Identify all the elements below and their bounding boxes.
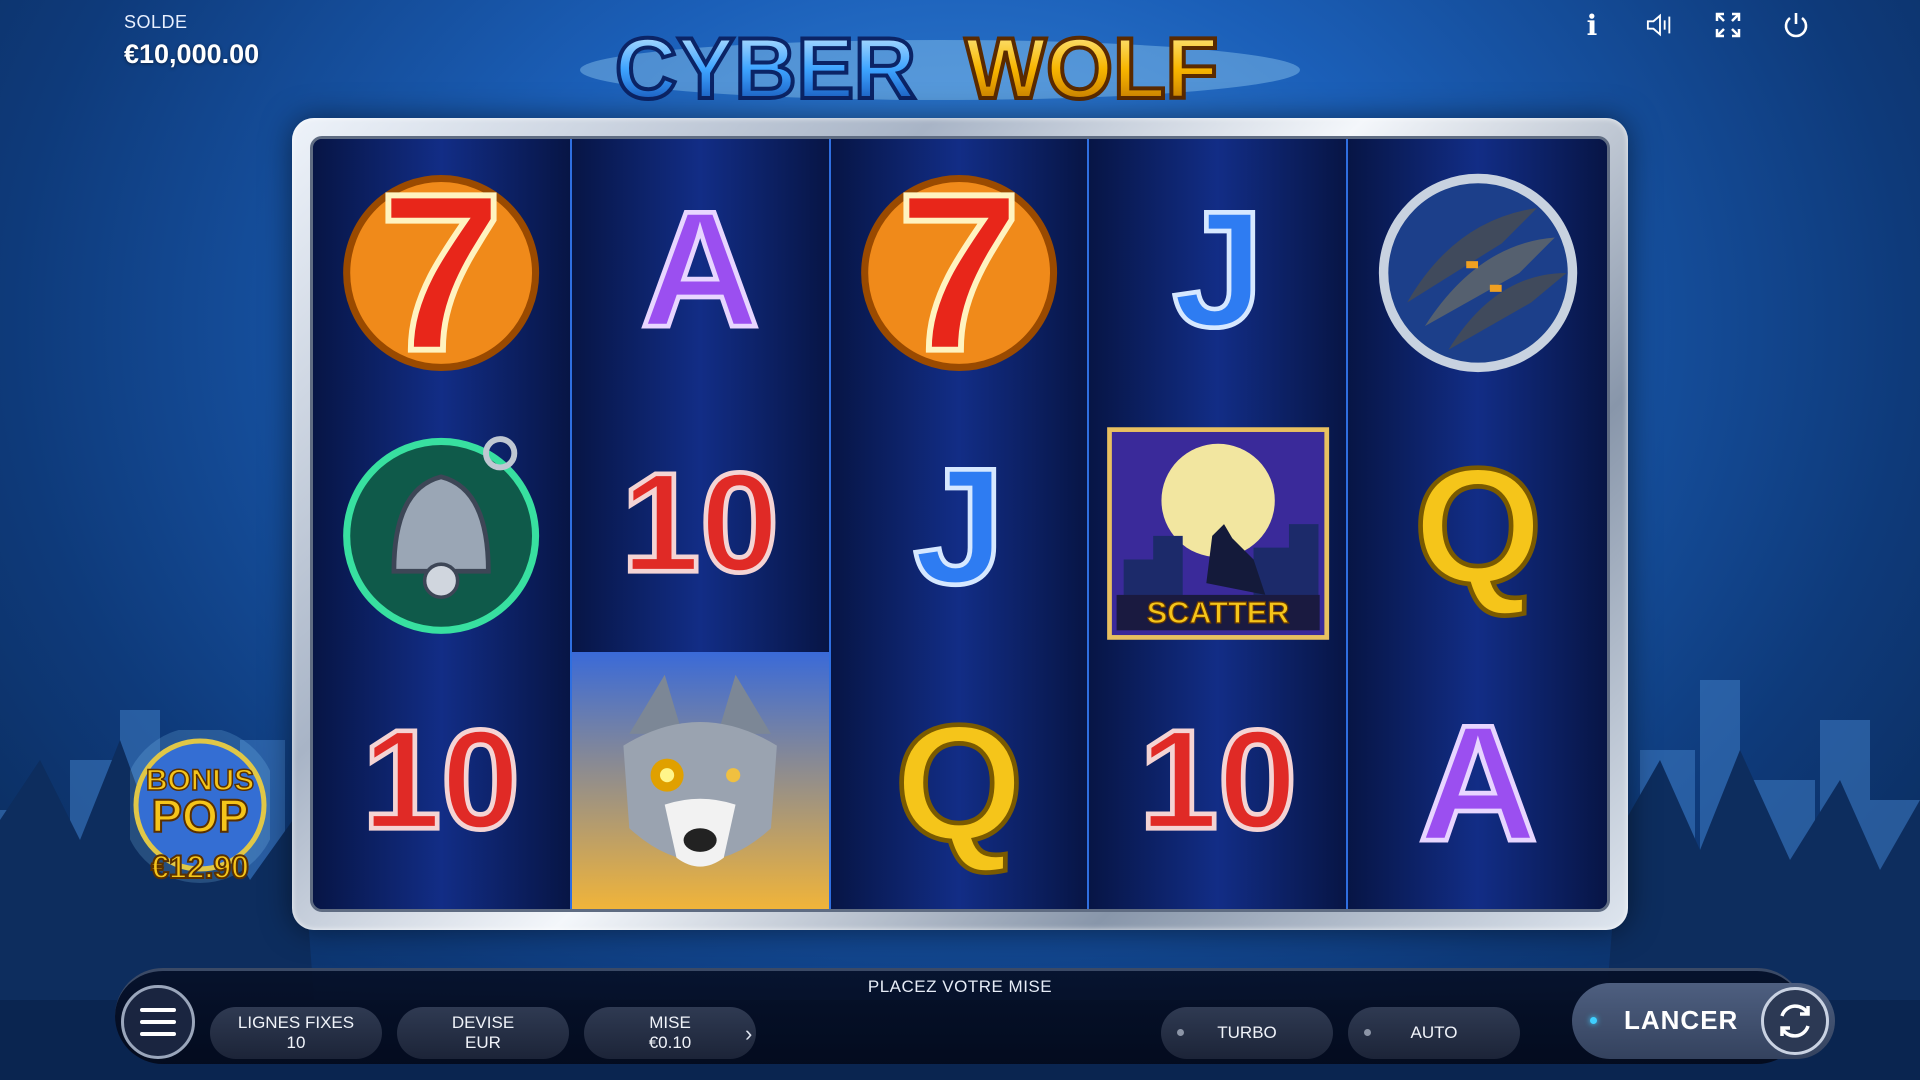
- symbol-seven: 7: [831, 139, 1088, 396]
- reel-grid: 7 10 A 10 7 J Q J SCATTER 10 Q A: [310, 136, 1610, 912]
- balance-label: SOLDE: [124, 12, 188, 32]
- currency-selector[interactable]: DEVISE EUR: [397, 1007, 569, 1059]
- menu-button[interactable]: [121, 985, 195, 1059]
- symbol-queen: Q: [1348, 396, 1607, 653]
- fullscreen-icon[interactable]: [1714, 8, 1742, 42]
- reel-4: J SCATTER 10: [1089, 139, 1349, 909]
- symbol-scatter: SCATTER: [1089, 396, 1346, 653]
- symbol-queen: Q: [831, 652, 1088, 909]
- lines-value: 10: [286, 1033, 306, 1052]
- balance-value: €10,000.00: [124, 39, 260, 69]
- power-icon[interactable]: [1782, 8, 1810, 42]
- svg-text:10: 10: [621, 444, 779, 602]
- symbol-ten: 10: [313, 652, 570, 909]
- currency-label: DEVISE: [451, 1013, 515, 1032]
- symbol-seven: 7: [313, 139, 570, 396]
- bell-icon: [343, 436, 540, 634]
- svg-text:CYBER: CYBER: [615, 21, 916, 117]
- reel-5: Q A: [1348, 139, 1607, 909]
- svg-text:10: 10: [363, 701, 521, 859]
- symbol-bell: [313, 396, 570, 653]
- symbol-jack: J: [1089, 139, 1346, 396]
- symbol-ace: A: [1348, 652, 1607, 909]
- svg-text:Q: Q: [1413, 434, 1542, 619]
- scatter-icon: SCATTER: [1106, 427, 1329, 640]
- svg-text:WOLF: WOLF: [965, 21, 1218, 117]
- svg-text:J: J: [913, 434, 1005, 619]
- cyber-wolf-logo: CYBER WOLF: [580, 19, 1300, 119]
- balance-display: SOLDE €10,000.00: [124, 12, 259, 70]
- svg-text:POP: POP: [151, 790, 248, 842]
- symbol-jack: J: [831, 396, 1088, 653]
- svg-text:7: 7: [897, 149, 1022, 385]
- spin-icon: [1761, 987, 1829, 1055]
- bet-value: €0.10: [648, 1033, 692, 1052]
- bet-label: MISE: [649, 1013, 691, 1032]
- control-bar: PLACEZ VOTRE MISE LIGNES FIXES 10 DEVISE…: [115, 968, 1835, 1064]
- auto-indicator: [1364, 1029, 1371, 1036]
- svg-text:SCATTER: SCATTER: [1146, 595, 1289, 630]
- info-icon[interactable]: i: [1578, 8, 1606, 42]
- bonus-pop-badge[interactable]: BONUS POP €12.90: [130, 730, 270, 890]
- spin-label: LANCER: [1624, 1005, 1739, 1035]
- info-glyph: i: [1586, 8, 1598, 42]
- auto-button[interactable]: AUTO: [1348, 1007, 1520, 1059]
- reel-1: 7 10: [313, 139, 572, 909]
- turbo-label: TURBO: [1217, 1023, 1277, 1042]
- hamburger-icon: [140, 1008, 176, 1036]
- reel-frame: 7 10 A 10 7 J Q J SCATTER 10 Q A: [292, 118, 1628, 930]
- spin-indicator: [1590, 1017, 1597, 1024]
- symbol-wolf: [571, 652, 829, 909]
- svg-text:10: 10: [1139, 701, 1297, 859]
- svg-text:A: A: [641, 177, 760, 362]
- spin-button[interactable]: LANCER: [1572, 983, 1835, 1059]
- symbol-claw: [1348, 139, 1607, 396]
- claw-icon: [1378, 174, 1577, 373]
- reel-3: 7 J Q: [830, 139, 1090, 909]
- turbo-indicator: [1177, 1029, 1184, 1036]
- bet-selector[interactable]: MISE €0.10: [584, 1007, 756, 1059]
- reel-2: A 10: [571, 139, 831, 909]
- svg-text:7: 7: [379, 149, 504, 385]
- chevron-right-icon[interactable]: ›: [745, 1021, 752, 1047]
- currency-value: EUR: [465, 1033, 501, 1052]
- symbol-ten: 10: [572, 396, 829, 653]
- symbol-ten: 10: [1089, 652, 1346, 909]
- auto-label: AUTO: [1410, 1023, 1458, 1042]
- turbo-button[interactable]: TURBO: [1161, 1007, 1333, 1059]
- sound-icon[interactable]: [1646, 8, 1674, 42]
- svg-text:J: J: [1172, 177, 1264, 362]
- wolf-icon: [623, 674, 777, 867]
- bet-prompt: PLACEZ VOTRE MISE: [867, 977, 1053, 996]
- lines-label: LIGNES FIXES: [237, 1013, 355, 1032]
- lines-selector[interactable]: LIGNES FIXES 10: [210, 1007, 382, 1059]
- svg-text:€12.90: €12.90: [151, 849, 249, 885]
- svg-text:Q: Q: [895, 691, 1024, 876]
- svg-text:A: A: [1418, 691, 1537, 876]
- symbol-ace: A: [572, 139, 829, 396]
